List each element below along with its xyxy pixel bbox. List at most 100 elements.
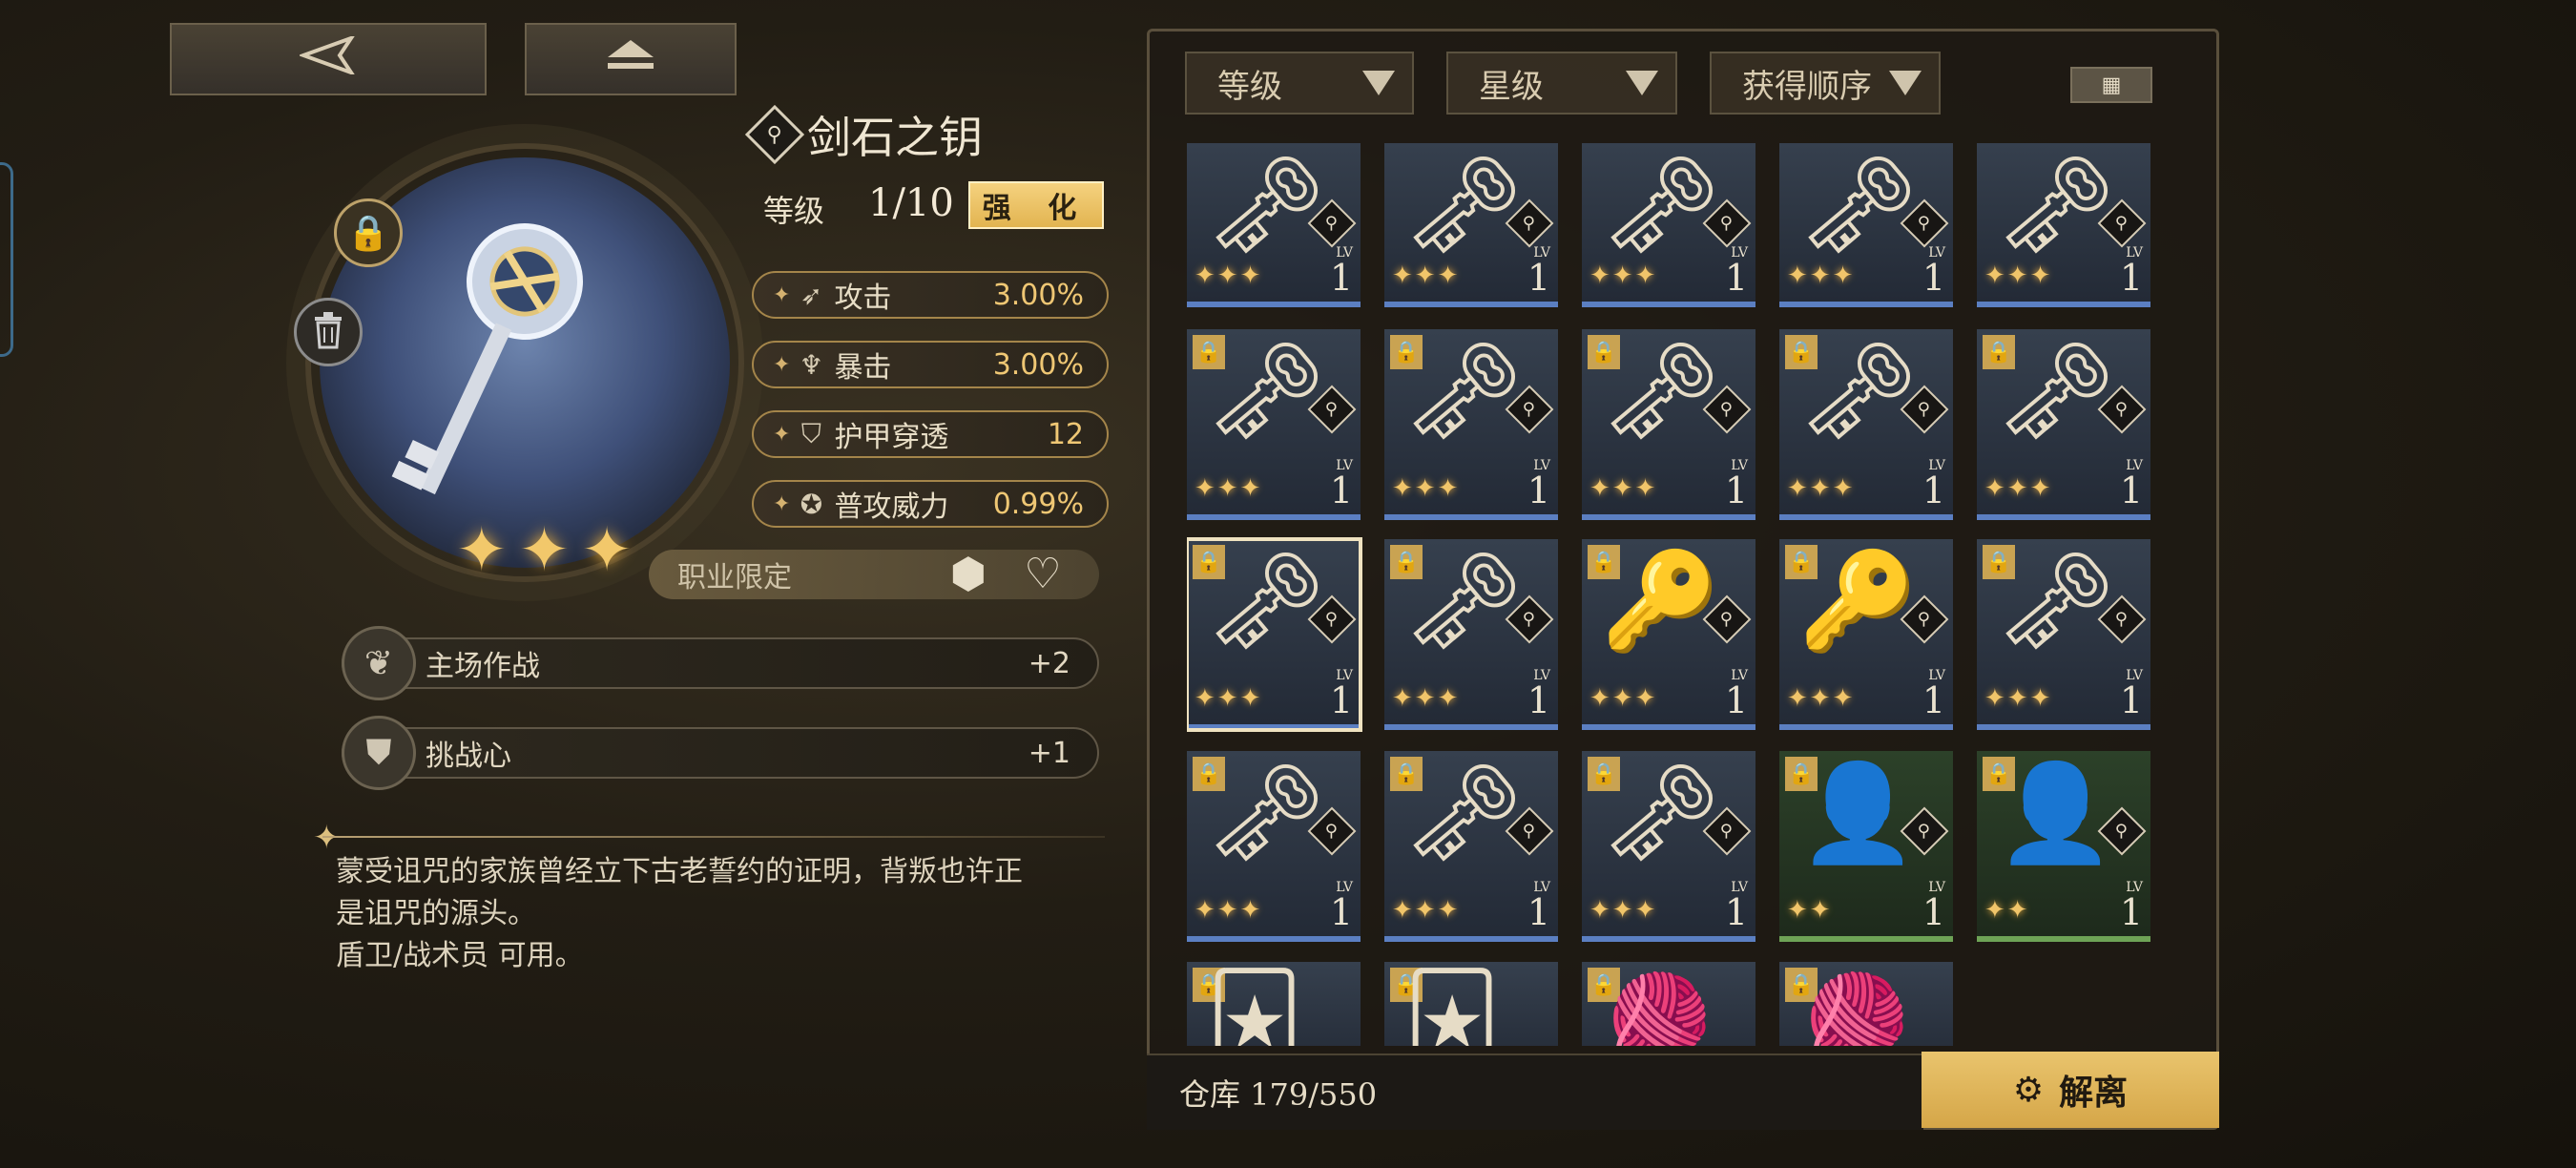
slot-level: LV 1 (1724, 458, 1748, 511)
slot-stars: ✦✦✦ (1984, 261, 2053, 290)
item-thumbnail: 🗝 (1798, 149, 1920, 261)
filter-label: 星级 (1479, 67, 1544, 106)
slot-level: LV 1 (1527, 668, 1550, 721)
slot-stars: ✦✦✦ (1589, 474, 1658, 503)
slot-stars: ✦✦✦ (1984, 474, 2053, 503)
skill-row[interactable]: 主场作战 +2 (342, 637, 1099, 689)
stat-row: ✦ ⛉ 护甲穿透 12 (752, 410, 1109, 458)
item-thumbnail: 👤 (1996, 757, 2115, 868)
slot-stars: ✦✦ (1787, 896, 1833, 925)
inventory-slot[interactable]: 🔒 🗝 ⚲ ✦✦✦ LV 1 (1187, 329, 1361, 520)
inventory-slot[interactable]: 🔒 🗝 ⚲ ✦✦✦ LV 1 (1779, 329, 1953, 520)
slot-stars: ✦✦✦ (1589, 896, 1658, 925)
inventory-slot[interactable]: 🗝 ⚲ ✦✦✦ LV 1 (1582, 143, 1755, 307)
slot-level: LV 1 (1922, 668, 1945, 721)
inventory-slot[interactable]: 🔒 🗝 ⚲ ✦✦✦ LV 1 (1384, 539, 1558, 730)
sort-order-dropdown[interactable]: 获得顺序 (1710, 52, 1941, 115)
side-drawer-tab[interactable] (0, 162, 13, 357)
attack-power-icon: ✪ (800, 488, 823, 520)
chevron-down-icon (1889, 71, 1922, 95)
enhance-button[interactable]: 强 化 (968, 181, 1104, 229)
item-thumbnail: 🗝 (1798, 335, 1920, 447)
inventory-slot[interactable]: 🔒 👤 ⚲ ✦✦ LV 1 (1779, 751, 1953, 942)
inventory-slot[interactable]: 🔒 🧶 (1582, 962, 1755, 1046)
item-thumbnail: 🗝 (1996, 149, 2117, 261)
lock-button[interactable]: 🔒 (334, 198, 403, 267)
inventory-slot[interactable]: 🔒 🔑 ⚲ ✦✦✦ LV 1 (1779, 539, 1953, 730)
spark-icon: ✦ (773, 491, 791, 516)
skill-row[interactable]: 挑战心 +1 (342, 727, 1099, 779)
key-type-icon: ⚲ (744, 104, 805, 165)
inventory-slot[interactable]: 🗝 ⚲ ✦✦✦ LV 1 (1384, 143, 1558, 307)
item-thumbnail: 🗝 (1206, 149, 1327, 261)
item-thumbnail: 🗝 (1601, 757, 1722, 868)
slot-level: LV 1 (2119, 245, 2143, 299)
inventory-slot[interactable]: 🔒 🃏 (1384, 962, 1558, 1046)
stat-row: ✦ ✪ 普攻威力 0.99% (752, 480, 1109, 528)
level-label: 等级 (763, 193, 825, 229)
chevron-down-icon (1362, 71, 1395, 95)
sort-level-dropdown[interactable]: 等级 (1185, 52, 1414, 115)
item-title: ⚲ 剑石之钥 (744, 103, 983, 166)
crit-icon: ♆ (799, 348, 823, 381)
item-thumbnail: 🗝 (1403, 335, 1525, 447)
slot-stars: ✦✦✦ (1589, 261, 1658, 290)
slot-stars: ✦✦✦ (1589, 684, 1658, 713)
inventory-slot[interactable]: 🔒 🧶 (1779, 962, 1953, 1046)
trash-button[interactable] (294, 298, 363, 366)
inventory-slot[interactable]: 🔒 🗝 ⚲ ✦✦✦ LV 1 (1187, 751, 1361, 942)
stat-row: ✦ ♆ 暴击 3.00% (752, 341, 1109, 388)
inventory-slot[interactable]: 🔒 🔑 ⚲ ✦✦✦ LV 1 (1582, 539, 1755, 730)
sort-star-dropdown[interactable]: 星级 (1446, 52, 1677, 115)
wings-icon: ❦ (342, 626, 416, 700)
item-thumbnail: 🧶 (1798, 968, 1918, 1047)
spark-icon: ✦ (773, 352, 791, 377)
inventory-slot[interactable]: 🔒 🗝 ⚲ ✦✦✦ LV 1 (1582, 751, 1755, 942)
inventory-slot[interactable]: 🔒 🗝 ⚲ ✦✦✦ LV 1 (1977, 329, 2150, 520)
stat-label: 普攻威力 (834, 490, 949, 524)
inventory-slot[interactable]: 🔒 🗝 ⚲ ✦✦✦ LV 1 (1187, 537, 1362, 732)
item-thumbnail: 🔑 (1798, 545, 1918, 657)
storage-bar: 仓库 179/550 (1147, 1053, 1923, 1130)
item-thumbnail: 🃏 (1206, 968, 1304, 1047)
inventory-slot[interactable]: 🗝 ⚲ ✦✦✦ LV 1 (1779, 143, 1953, 307)
item-thumbnail: 🗝 (1403, 757, 1525, 868)
inventory-slot[interactable]: 🔒 🃏 (1187, 962, 1361, 1046)
slot-level: LV 1 (1724, 245, 1748, 299)
back-button[interactable] (170, 23, 487, 95)
slot-stars: ✦✦ (1984, 896, 2030, 925)
inventory-slot[interactable]: 🔒 🗝 ⚲ ✦✦✦ LV 1 (1384, 329, 1558, 520)
dismantle-button[interactable]: ⚙ 解离 (1922, 1052, 2219, 1128)
slot-stars: ✦✦✦ (1195, 896, 1263, 925)
inventory-slot[interactable]: 🔒 🗝 ⚲ ✦✦✦ LV 1 (1977, 539, 2150, 730)
shield-icon: ⛊ (342, 716, 416, 790)
description-line: 是诅咒的源头。 (336, 897, 536, 930)
inventory-slot[interactable]: 🔒 🗝 ⚲ ✦✦✦ LV 1 (1582, 329, 1755, 520)
eject-button[interactable] (525, 23, 737, 95)
sword-icon: ➶ (800, 279, 823, 311)
slot-level: LV 1 (1527, 458, 1550, 511)
inventory-slot[interactable]: 🗝 ⚲ ✦✦✦ LV 1 (1187, 143, 1361, 307)
item-thumbnail: 🗝 (1403, 545, 1525, 657)
defender-class-icon[interactable]: ⬢ (939, 544, 998, 603)
stat-label: 攻击 (834, 282, 892, 315)
slot-level: LV 1 (1922, 245, 1945, 299)
slot-stars: ✦✦✦ (1392, 474, 1461, 503)
inventory-slot[interactable]: 🔒 🗝 ⚲ ✦✦✦ LV 1 (1384, 751, 1558, 942)
inventory-slot[interactable]: 🗝 ⚲ ✦✦✦ LV 1 (1977, 143, 2150, 307)
slot-stars: ✦✦✦ (1195, 474, 1263, 503)
slot-stars: ✦✦✦ (1787, 684, 1856, 713)
inventory-slot[interactable]: 🔒 👤 ⚲ ✦✦ LV 1 (1977, 751, 2150, 942)
slot-level: LV 1 (1922, 880, 1945, 933)
grid-view-button[interactable]: ▦ (2070, 67, 2152, 103)
item-thumbnail: 🗝 (1206, 757, 1327, 868)
back-arrow-icon (298, 32, 357, 86)
tactician-class-icon[interactable]: ♡ (1013, 544, 1072, 603)
stat-value: 12 (1047, 417, 1084, 451)
slot-level: LV 1 (1922, 458, 1945, 511)
level-value: 1/10 (868, 181, 954, 225)
slot-level: LV 1 (1527, 245, 1550, 299)
grid-icon: ▦ (2101, 73, 2122, 97)
item-description: 蒙受诅咒的家族曾经立下古老誓约的证明，背叛也许正 是诅咒的源头。 盾卫/战术员 … (336, 851, 1099, 977)
slot-stars: ✦✦✦ (1984, 684, 2053, 713)
